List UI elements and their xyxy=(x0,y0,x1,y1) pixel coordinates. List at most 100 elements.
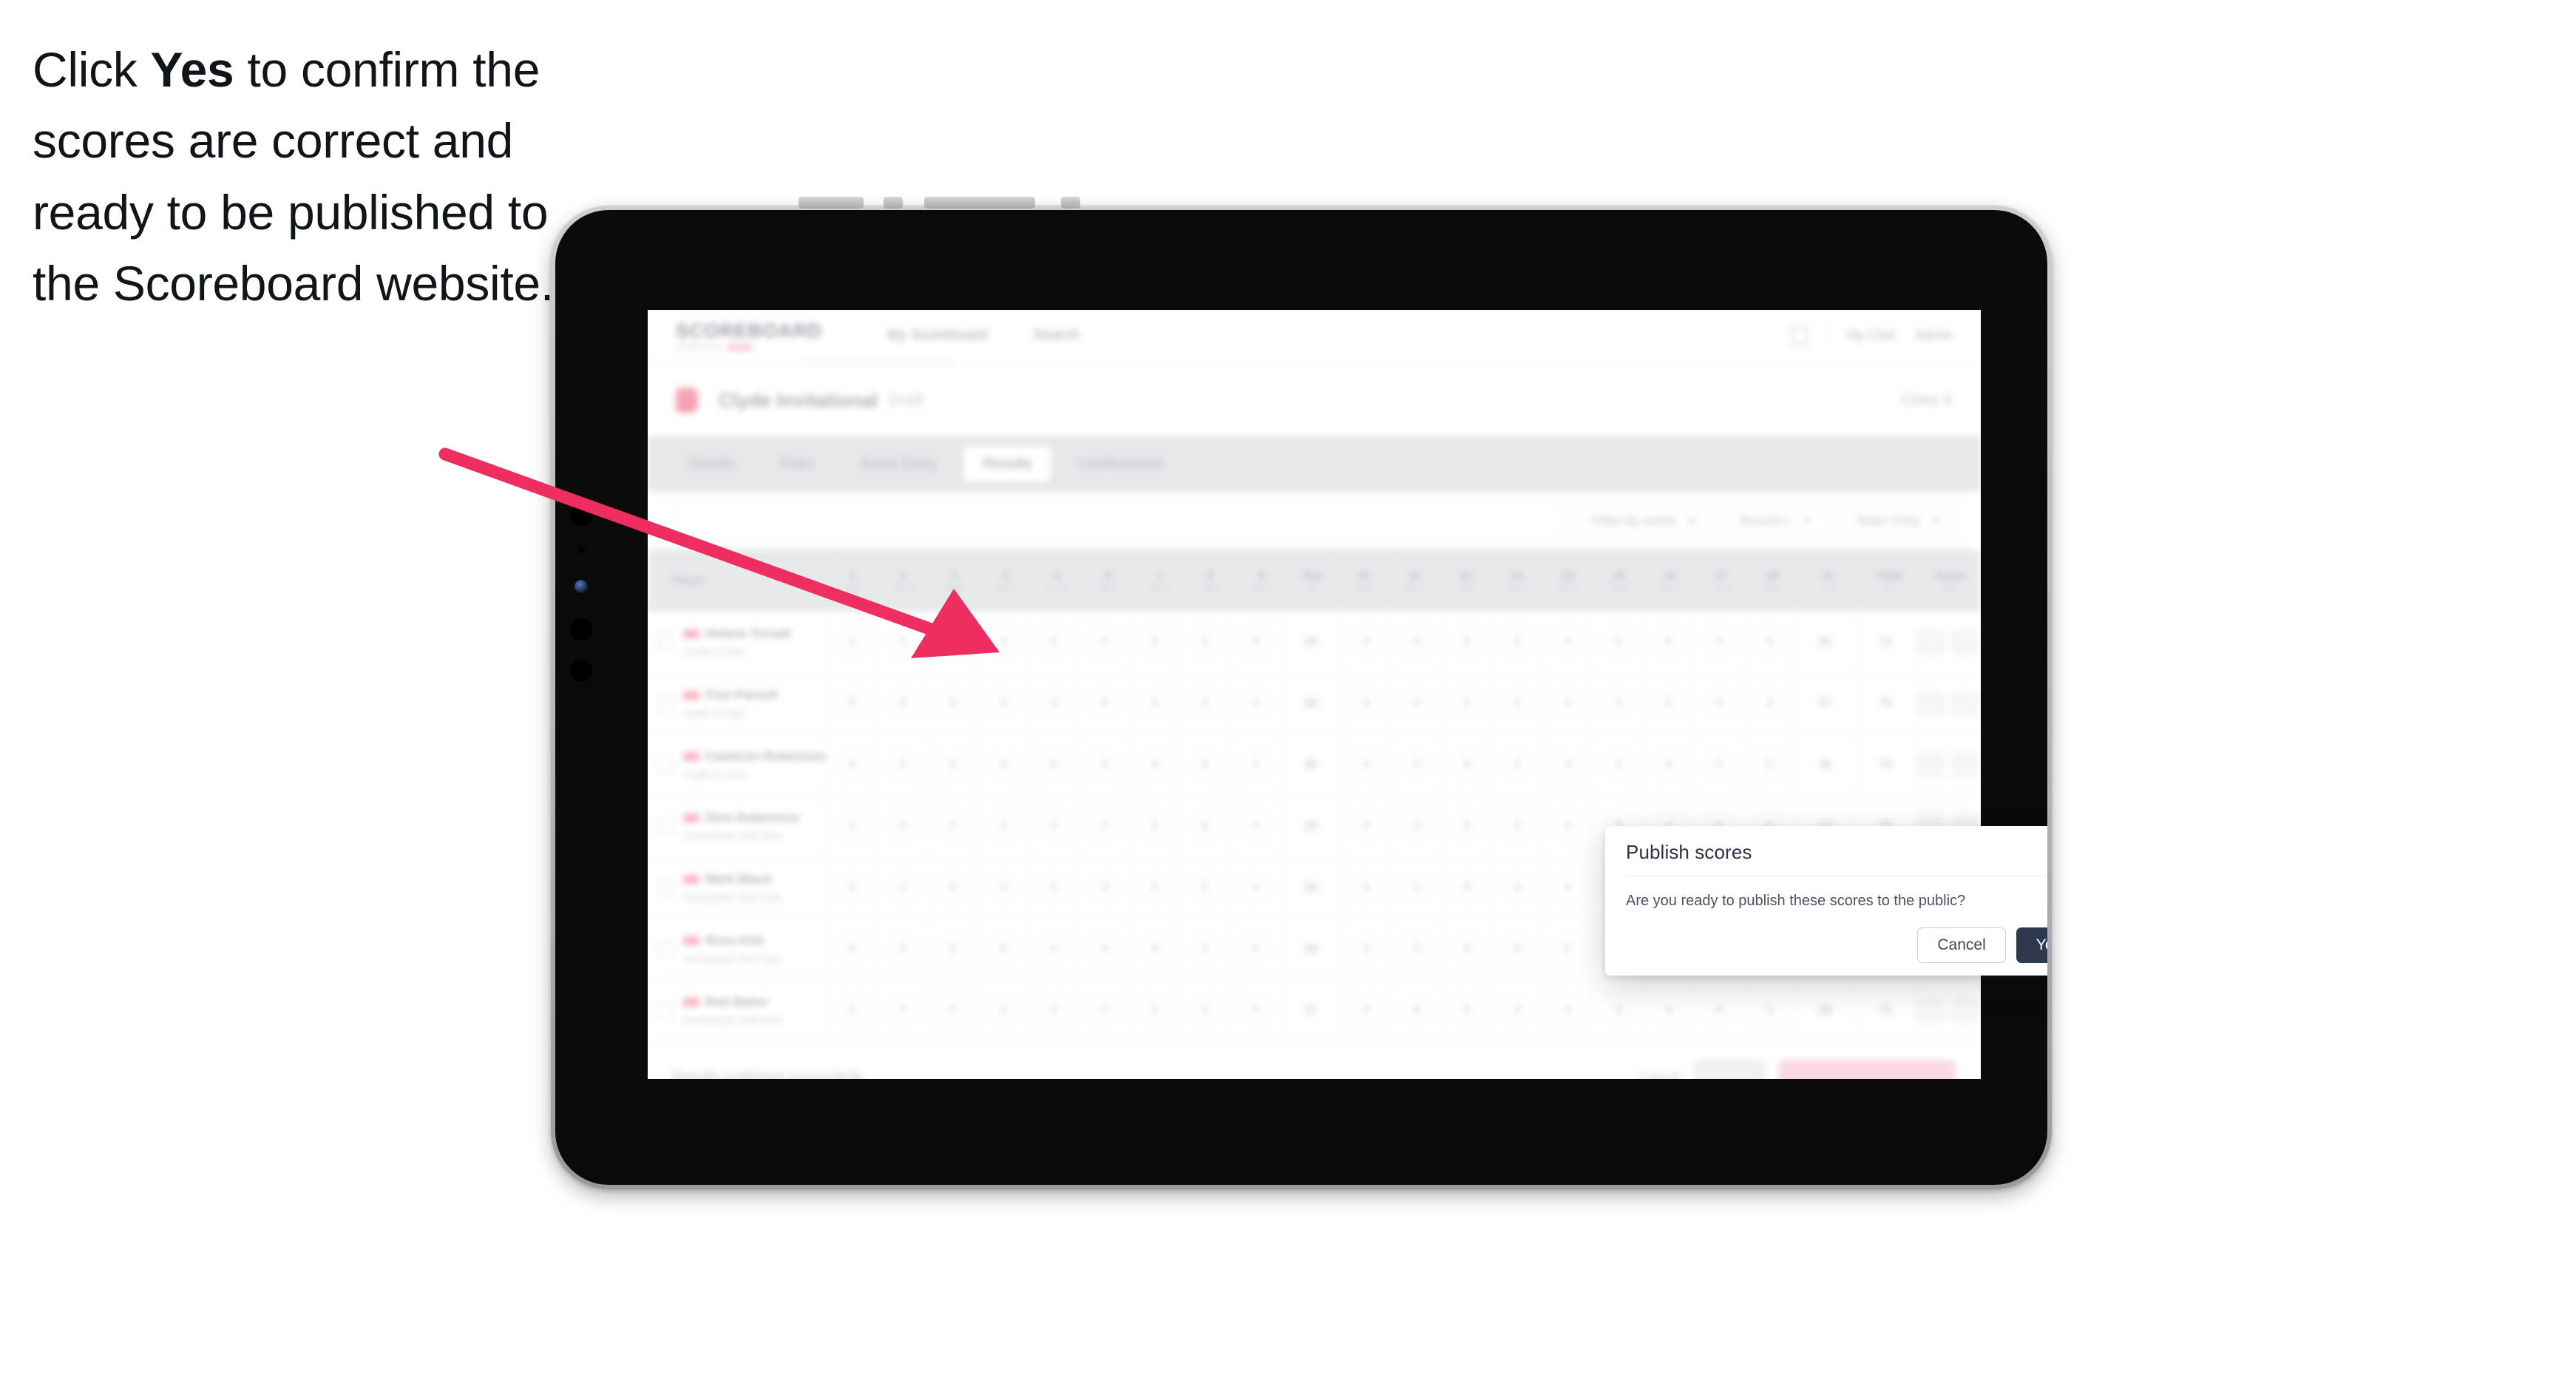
score-cell[interactable]: 4 xyxy=(977,673,1028,734)
score-cell[interactable]: 4 xyxy=(1542,980,1593,1041)
score-cell[interactable]: 3 xyxy=(1391,796,1441,856)
score-cell[interactable]: 4 xyxy=(1230,857,1280,918)
score-cell[interactable]: 3 xyxy=(877,980,927,1041)
score-cell[interactable]: 4 xyxy=(1743,980,1794,1041)
score-cell[interactable]: 4 xyxy=(1028,673,1079,734)
score-cell[interactable]: 5 xyxy=(1441,734,1492,795)
score-cell[interactable]: 4 xyxy=(1028,796,1079,856)
score-cell[interactable]: 4 xyxy=(977,796,1028,856)
score-cell[interactable]: 5 xyxy=(927,980,977,1041)
score-cell[interactable]: 4 xyxy=(1491,857,1542,918)
score-cell[interactable]: 5 xyxy=(1179,734,1230,795)
row-checkbox[interactable] xyxy=(658,634,674,650)
score-cell[interactable]: 3 xyxy=(1593,673,1643,734)
score-cell[interactable]: 5 xyxy=(1179,980,1230,1041)
score-cell[interactable]: 3 xyxy=(1593,612,1643,672)
score-cell[interactable]: 3 xyxy=(877,673,927,734)
score-cell[interactable]: 4 xyxy=(1542,796,1593,856)
score-cell[interactable]: 5 xyxy=(827,673,877,734)
table-row[interactable]: Helena Torvalt Clyde G Club 4 3 5 4 4 3 4 5 4 36 4 3 5… xyxy=(648,612,1981,673)
score-cell[interactable]: 3 xyxy=(877,734,927,795)
score-cell[interactable]: 5 xyxy=(1643,673,1693,734)
score-cell[interactable]: 4 xyxy=(1340,796,1391,856)
score-cell[interactable]: 6 xyxy=(1179,796,1230,856)
score-cell[interactable]: 3 xyxy=(1078,734,1129,795)
score-cell[interactable]: 3 xyxy=(877,919,927,979)
score-cell[interactable]: 3 xyxy=(1391,919,1441,979)
footer-publish-button[interactable] xyxy=(1778,1059,1956,1079)
score-cell[interactable]: 4 xyxy=(977,612,1028,672)
score-cell[interactable]: 4 xyxy=(1078,919,1129,979)
score-cell[interactable]: 4 xyxy=(827,980,877,1041)
score-cell[interactable]: 4 xyxy=(1129,980,1179,1041)
score-cell[interactable]: 5 xyxy=(927,796,977,856)
filter-team-dropdown[interactable]: Team Only xyxy=(1840,504,1956,538)
row-checkbox[interactable] xyxy=(658,941,674,957)
table-row[interactable]: Rob Baker Sunnybank Golf Club 4 3 5 4 4 3 4 5 5 37 4… xyxy=(648,980,1981,1041)
score-cell[interactable]: 4 xyxy=(1129,612,1179,672)
score-cell[interactable]: 4 xyxy=(1491,612,1542,672)
score-cell[interactable]: 3 xyxy=(1078,857,1129,918)
score-cell[interactable]: 4 xyxy=(977,857,1028,918)
score-cell[interactable]: 4 xyxy=(1542,857,1593,918)
score-cell[interactable]: 3 xyxy=(1391,673,1441,734)
score-cell[interactable]: 5 xyxy=(1743,734,1794,795)
score-cell[interactable]: 5 xyxy=(927,919,977,979)
nav-link-search[interactable]: Search xyxy=(1033,327,1079,344)
score-cell[interactable]: 4 xyxy=(1340,612,1391,672)
score-cell[interactable]: 4 xyxy=(1340,919,1391,979)
score-cell[interactable]: 3 xyxy=(877,857,927,918)
score-cell[interactable]: 5 xyxy=(1693,612,1743,672)
footer-save-button[interactable] xyxy=(1694,1059,1765,1079)
score-cell[interactable]: 3 xyxy=(1593,980,1643,1041)
score-cell[interactable]: 5 xyxy=(927,673,977,734)
score-cell[interactable]: 3 xyxy=(877,612,927,672)
score-cell[interactable]: 5 xyxy=(1129,857,1179,918)
score-cell[interactable]: 4 xyxy=(1542,612,1593,672)
score-cell[interactable]: 4 xyxy=(1340,734,1391,795)
row-checkbox[interactable] xyxy=(658,1002,674,1018)
footer-cancel-button[interactable]: Cancel xyxy=(1639,1069,1681,1079)
score-cell[interactable]: 4 xyxy=(1491,980,1542,1041)
score-cell[interactable]: 5 xyxy=(1179,612,1230,672)
brand-logo[interactable]: SCOREBOARD powered by xyxy=(676,320,822,351)
table-row[interactable]: Finn Parnell Clyde G Club 5 3 5 4 4 4 4 5 4 38 4 3 5 4 4… xyxy=(648,673,1981,734)
score-cell[interactable]: 4 xyxy=(977,734,1028,795)
score-cell[interactable]: 5 xyxy=(1179,857,1230,918)
score-cell[interactable]: 5 xyxy=(1441,919,1492,979)
filter-event-dropdown[interactable]: Filter by event xyxy=(1576,504,1712,538)
score-cell[interactable]: 5 xyxy=(827,857,877,918)
filter-round-dropdown[interactable]: Round 1 xyxy=(1724,504,1827,538)
score-cell[interactable]: 4 xyxy=(1129,673,1179,734)
score-cell[interactable]: 5 xyxy=(1441,673,1492,734)
score-cell[interactable]: 5 xyxy=(1441,980,1492,1041)
row-checkbox[interactable] xyxy=(658,818,674,834)
score-cell[interactable]: 6 xyxy=(1693,980,1743,1041)
yes-button[interactable]: Yes xyxy=(2016,927,2047,963)
score-cell[interactable]: 4 xyxy=(1028,857,1079,918)
score-cell[interactable]: 4 xyxy=(877,796,927,856)
score-cell[interactable]: 5 xyxy=(1441,796,1492,856)
score-cell[interactable]: 5 xyxy=(1441,612,1492,672)
score-cell[interactable]: 4 xyxy=(827,796,877,856)
score-cell[interactable]: 4 xyxy=(1391,980,1441,1041)
score-cell[interactable]: 3 xyxy=(1078,980,1129,1041)
score-cell[interactable]: 4 xyxy=(1643,980,1693,1041)
score-cell[interactable]: 5 xyxy=(927,857,977,918)
score-cell[interactable]: 6 xyxy=(1441,857,1492,918)
score-cell[interactable]: 4 xyxy=(1491,734,1542,795)
nav-link-my-scoreboard[interactable]: My Scoreboard xyxy=(887,327,988,344)
score-cell[interactable]: 4 xyxy=(1491,673,1542,734)
score-cell[interactable]: 5 xyxy=(1491,796,1542,856)
score-cell[interactable]: 4 xyxy=(1230,919,1280,979)
cancel-button[interactable]: Cancel xyxy=(1917,927,2006,963)
score-cell[interactable]: 4 xyxy=(1340,857,1391,918)
row-checkbox[interactable] xyxy=(658,695,674,711)
score-cell[interactable]: 4 xyxy=(1129,919,1179,979)
score-cell[interactable]: 4 xyxy=(1028,919,1079,979)
score-cell[interactable]: 6 xyxy=(927,734,977,795)
score-cell[interactable]: 4 xyxy=(827,734,877,795)
score-cell[interactable]: 5 xyxy=(1693,734,1743,795)
score-cell[interactable]: 4 xyxy=(1078,673,1129,734)
score-cell[interactable]: 4 xyxy=(1491,919,1542,979)
